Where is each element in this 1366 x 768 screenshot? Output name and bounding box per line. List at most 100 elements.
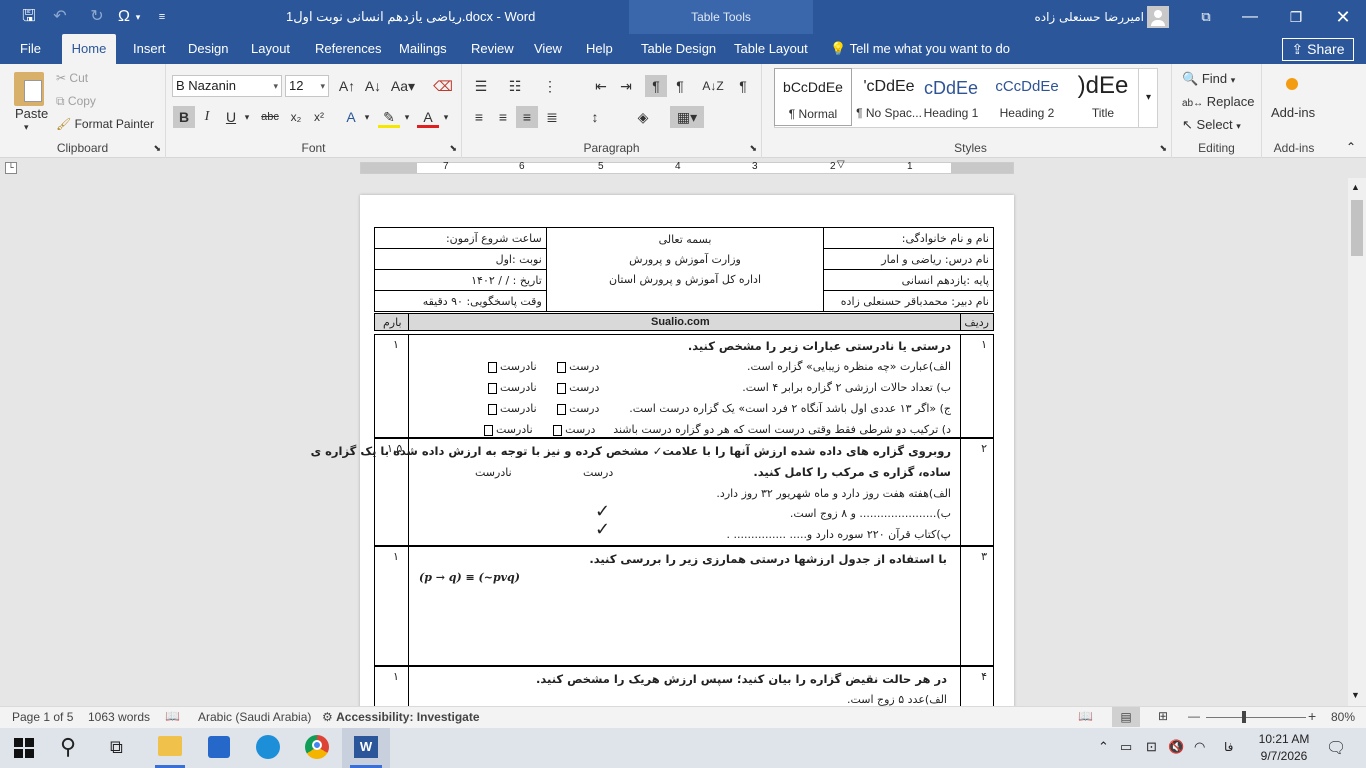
word-count[interactable]: 1063 words bbox=[88, 710, 150, 724]
font-launcher-icon[interactable]: ⬊ bbox=[449, 143, 457, 154]
tab-design[interactable]: Design bbox=[180, 34, 236, 64]
language-status[interactable]: Arabic (Saudi Arabia) bbox=[198, 710, 311, 724]
highlight-dropdown-icon[interactable]: ▾ bbox=[396, 106, 418, 128]
scroll-up-icon[interactable]: ▲ bbox=[1351, 182, 1360, 192]
styles-launcher-icon[interactable]: ⬊ bbox=[1159, 143, 1167, 154]
addins-button[interactable]: Add-ins bbox=[1271, 105, 1315, 120]
accessibility-status[interactable]: ⚙ Accessibility: Investigate bbox=[322, 710, 480, 724]
paste-icon[interactable] bbox=[14, 72, 44, 106]
tab-insert[interactable]: Insert bbox=[125, 34, 174, 64]
term-cell[interactable]: نوبت :اول bbox=[374, 248, 547, 270]
chrome-icon[interactable] bbox=[305, 735, 329, 759]
bold-button[interactable]: B bbox=[173, 106, 195, 128]
paragraph-launcher-icon[interactable]: ⬊ bbox=[749, 143, 757, 154]
show-marks-icon[interactable]: ¶ bbox=[732, 75, 754, 97]
cut-button[interactable]: ✂ Cut bbox=[56, 71, 88, 85]
redo-icon[interactable]: ↻ bbox=[87, 0, 107, 34]
student-name-cell[interactable]: نام و نام خانوادگی: bbox=[823, 227, 994, 249]
task-view-icon[interactable]: ⧉ bbox=[110, 737, 123, 758]
vertical-scrollbar[interactable]: ▲ ▼ bbox=[1348, 178, 1366, 706]
indent-marker-icon[interactable]: ▽ bbox=[837, 159, 845, 170]
web-layout-icon[interactable]: ⊞ bbox=[1158, 709, 1168, 723]
battery-icon[interactable]: ▭ bbox=[1120, 739, 1132, 755]
true-false-choice[interactable]: درست نادرست bbox=[485, 381, 599, 394]
tab-file[interactable]: File bbox=[12, 34, 49, 64]
tab-references[interactable]: References bbox=[307, 34, 389, 64]
increase-indent-icon[interactable]: ⇥ bbox=[615, 75, 637, 97]
clock[interactable]: 10:21 AM 9/7/2026 bbox=[1256, 731, 1312, 765]
tab-layout[interactable]: Layout bbox=[243, 34, 298, 64]
wifi-icon[interactable]: ◠ bbox=[1194, 739, 1205, 755]
tab-view[interactable]: View bbox=[526, 34, 570, 64]
read-mode-icon[interactable]: 📖 bbox=[1078, 709, 1093, 723]
zoom-slider-thumb[interactable] bbox=[1242, 711, 1246, 723]
text-effects-dropdown-icon[interactable]: ▾ bbox=[356, 106, 378, 128]
word-taskbar-button[interactable]: W bbox=[342, 728, 390, 768]
share-button[interactable]: ⇪ Share bbox=[1282, 38, 1354, 61]
zoom-level[interactable]: 80% bbox=[1331, 710, 1355, 724]
align-right-icon[interactable]: ≡ bbox=[516, 106, 538, 128]
true-false-choice[interactable]: درست نادرست bbox=[481, 423, 595, 436]
network-icon[interactable]: ⊡ bbox=[1146, 739, 1157, 755]
justify-icon[interactable]: ≣ bbox=[541, 106, 563, 128]
paste-dropdown-icon[interactable]: ▾ bbox=[24, 122, 29, 133]
ltr-direction-icon[interactable]: ¶ bbox=[669, 75, 691, 97]
align-left-icon[interactable]: ≡ bbox=[468, 106, 490, 128]
style-heading-2[interactable]: cCcDdEe Heading 2 bbox=[988, 68, 1066, 126]
superscript-button[interactable]: x² bbox=[308, 106, 330, 128]
tab-mailings[interactable]: Mailings bbox=[391, 34, 455, 64]
sort-icon[interactable]: A↓Z bbox=[702, 75, 724, 97]
page-count[interactable]: Page 1 of 5 bbox=[12, 710, 73, 724]
tab-help[interactable]: Help bbox=[578, 34, 621, 64]
bullets-icon[interactable]: ☰ bbox=[470, 75, 492, 97]
restore-icon[interactable]: ❐ bbox=[1286, 0, 1306, 34]
align-center-icon[interactable]: ≡ bbox=[492, 106, 514, 128]
true-false-choice[interactable]: درست نادرست bbox=[485, 402, 599, 415]
print-layout-icon[interactable]: ▤ bbox=[1112, 707, 1140, 727]
font-name-select[interactable]: B Nazanin ▾ bbox=[172, 75, 282, 97]
undo-icon[interactable]: ↶ bbox=[50, 0, 70, 34]
clipboard-launcher-icon[interactable]: ⬊ bbox=[153, 143, 161, 154]
windows-start-icon[interactable] bbox=[14, 738, 34, 758]
input-language[interactable]: فا bbox=[1224, 740, 1233, 754]
styles-more-icon[interactable]: ▾ bbox=[1138, 68, 1158, 128]
zoom-in-icon[interactable]: + bbox=[1308, 708, 1316, 724]
tab-review[interactable]: Review bbox=[463, 34, 522, 64]
true-false-choice[interactable]: درست نادرست bbox=[485, 360, 599, 373]
shrink-font-icon[interactable]: A↓ bbox=[362, 75, 384, 97]
collapse-ribbon-icon[interactable]: ⌃ bbox=[1346, 140, 1356, 154]
tab-table-layout[interactable]: Table Layout bbox=[726, 34, 816, 64]
customize-toolbar-icon[interactable]: ≡ bbox=[155, 0, 169, 34]
store-icon[interactable] bbox=[208, 736, 230, 758]
minimize-icon[interactable]: — bbox=[1240, 0, 1260, 34]
teacher-cell[interactable]: نام دبیر: محمدباقر حسنعلی زاده bbox=[823, 290, 994, 312]
multilevel-list-icon[interactable]: ⋮ bbox=[539, 75, 561, 97]
ribbon-display-icon[interactable]: ⧉ bbox=[1196, 0, 1216, 34]
subject-cell[interactable]: نام درس: ریاضی و امار bbox=[823, 248, 994, 270]
date-cell[interactable]: تاریخ : / / ۱۴۰۲ bbox=[374, 269, 547, 291]
font-color-dropdown-icon[interactable]: ▾ bbox=[435, 106, 457, 128]
start-time-cell[interactable]: ساعت شروع آزمون: bbox=[374, 227, 547, 249]
clear-formatting-icon[interactable]: ⌫ bbox=[432, 75, 454, 97]
horizontal-ruler[interactable]: 7 6 5 4 3 2 1 ▽ bbox=[360, 159, 1014, 174]
font-size-select[interactable]: 12 ▾ bbox=[285, 75, 329, 97]
omega-symbol-icon[interactable]: Ω bbox=[114, 0, 134, 34]
scroll-down-icon[interactable]: ▼ bbox=[1351, 690, 1360, 700]
italic-button[interactable]: I bbox=[196, 106, 218, 128]
shading-icon[interactable]: ◈ bbox=[632, 106, 654, 128]
user-name[interactable]: امیررضا حسنعلی زاده bbox=[1030, 0, 1144, 34]
duration-cell[interactable]: وقت پاسخگویی: ۹۰ دقیقه bbox=[374, 290, 547, 312]
grade-cell[interactable]: پایه :یازدهم انسانی bbox=[823, 269, 994, 291]
edge-icon[interactable] bbox=[256, 735, 280, 759]
document-page[interactable]: نام و نام خانوادگی: بسمه تعالی وزارت آمو… bbox=[311, 195, 1014, 706]
rtl-direction-icon[interactable]: ¶ bbox=[645, 75, 667, 97]
symbol-dropdown-icon[interactable]: ▾ bbox=[133, 0, 143, 34]
format-painter-button[interactable]: 🖌 Format Painter bbox=[56, 117, 154, 131]
tab-home[interactable]: Home bbox=[62, 34, 116, 64]
search-icon[interactable]: ⚲ bbox=[60, 734, 76, 760]
tab-selector-icon[interactable]: └ bbox=[5, 162, 17, 174]
volume-muted-icon[interactable]: 🔇 bbox=[1168, 739, 1184, 755]
style-title[interactable]: )dEe Title bbox=[1064, 68, 1142, 126]
line-spacing-icon[interactable]: ↕ bbox=[584, 106, 606, 128]
avatar[interactable] bbox=[1147, 6, 1169, 28]
